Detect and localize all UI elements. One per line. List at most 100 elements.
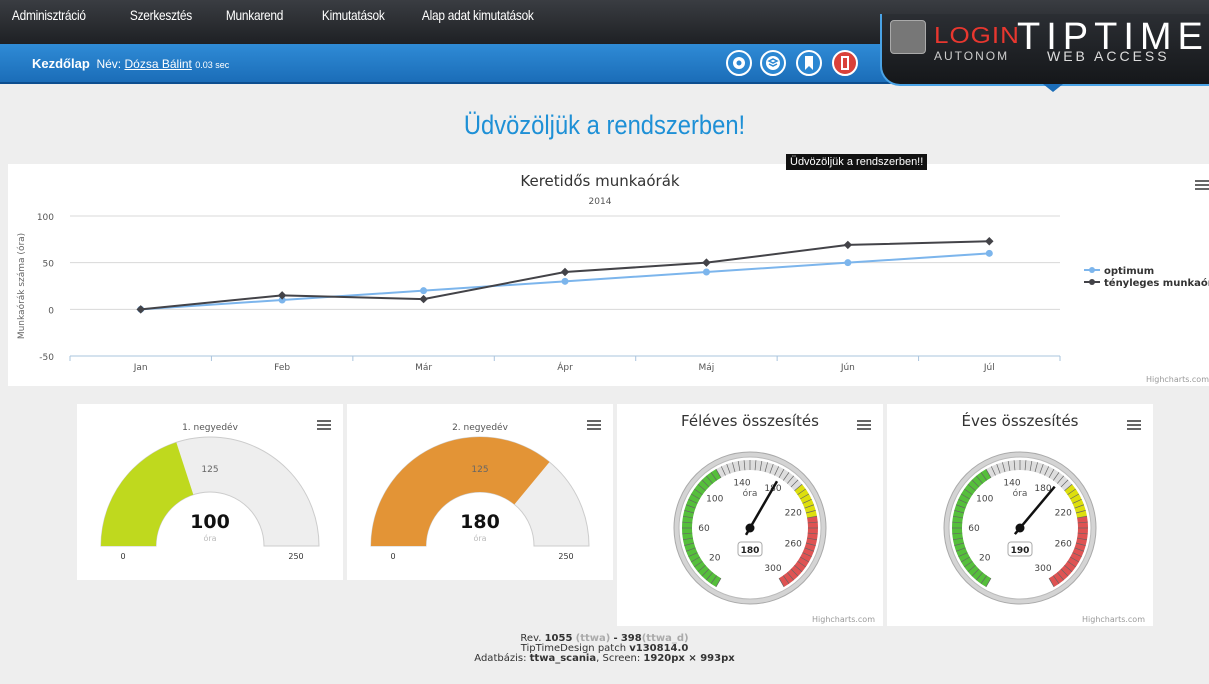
logo-webaccess-text: WEB ACCESS: [1047, 48, 1170, 64]
logout-icon: [841, 56, 849, 70]
gauge-value: 100: [190, 511, 230, 533]
tooltip: Üdvözöljük a rendszerben!!: [786, 154, 928, 170]
bookmark-icon: [805, 56, 813, 70]
gauge-min-label: 0: [390, 552, 395, 561]
logo-notch: [1043, 84, 1063, 92]
gauge-tick-label: 260: [1055, 540, 1072, 550]
gauge-max-label: 250: [288, 552, 303, 561]
gauge-title: Féléves összesítés: [681, 412, 819, 430]
gauge-tick-label: 60: [968, 524, 980, 534]
x-tick-label: Jún: [840, 363, 855, 373]
line-chart: Keretidős munkaórák 2014 -50 0 50 100 Jan Feb Má…: [16, 172, 1209, 384]
series-point: [985, 249, 993, 257]
name-label: Név:: [96, 57, 122, 71]
gauge-tick-label: 140: [1003, 479, 1020, 489]
series-point: [560, 267, 570, 277]
x-tick-label: Júl: [983, 363, 995, 373]
gauge-tick-label: 60: [698, 524, 710, 534]
fingerprint-icon: [890, 20, 926, 54]
logout-button[interactable]: [832, 50, 858, 76]
gauge-pivot: [1015, 523, 1025, 533]
line-chart-panel: Keretidős munkaórák 2014 -50 0 50 100 Jan Feb Má…: [8, 164, 1209, 386]
gauge-halfyear-menu-icon[interactable]: [857, 420, 871, 430]
chart-subtitle: 2014: [589, 197, 612, 207]
gauge-tick-label: 300: [1034, 564, 1051, 574]
user-name-link[interactable]: Dózsa Bálint: [125, 57, 192, 71]
gauge-tick-label: 100: [976, 494, 993, 504]
x-tick-label: Feb: [274, 363, 290, 373]
series-point: [844, 259, 852, 267]
y-axis-label: Munkaórák száma (óra): [16, 233, 27, 339]
menu-editing[interactable]: Szerkesztés: [118, 0, 200, 44]
y-tick-label: 0: [48, 306, 54, 316]
menu-reports[interactable]: Kimutatások: [310, 0, 395, 44]
series-point: [985, 236, 994, 246]
gauge-unit: óra: [473, 533, 486, 543]
gauge-tick-label: 140: [733, 479, 750, 489]
gauge-q2-menu-icon[interactable]: [587, 420, 601, 430]
series-point: [561, 277, 569, 285]
logo-login-text: LOGIN: [934, 21, 1020, 49]
gauge-tick-label: 220: [1055, 508, 1072, 518]
line-chart-menu-icon[interactable]: [1195, 180, 1209, 190]
layers-button[interactable]: [760, 50, 786, 76]
gauge-tick-label: 220: [785, 508, 802, 518]
series-point: [419, 294, 428, 304]
breadcrumb-home[interactable]: Kezdőlap: [32, 56, 90, 71]
y-tick-label: 50: [43, 260, 55, 270]
menu-administration[interactable]: Adminisztráció: [0, 0, 100, 44]
menu-base-data-reports[interactable]: Alap adat kimutatások: [410, 0, 546, 44]
gauge-fill: [101, 442, 194, 546]
credits: Highcharts.com: [1146, 375, 1209, 384]
layers-icon: [766, 56, 780, 70]
gauge-q1-menu-icon[interactable]: [317, 420, 331, 430]
gauge-year-panel: Éves összesítés 20 60 100 140 180 220 260 300 óra…: [887, 404, 1153, 626]
menu-work-schedule[interactable]: Munkarend: [214, 0, 296, 44]
tiptime-logo: LOGIN AUTONOM TIPTIME WEB ACCESS: [880, 14, 1209, 86]
series-point: [420, 287, 428, 295]
gauge-title: 2. negyedév: [452, 422, 509, 433]
x-tick-label: Máj: [699, 363, 715, 373]
gauge-title: Éves összesítés: [962, 411, 1079, 430]
y-tick-label: -50: [39, 353, 54, 363]
y-tick-label: 100: [37, 213, 54, 223]
x-tick-label: Ápr: [557, 361, 573, 373]
legend-item: tényleges munkaórák: [1104, 277, 1209, 289]
gauge-year-menu-icon[interactable]: [1127, 420, 1141, 430]
gauge-pivot: [745, 523, 755, 533]
series-point: [136, 305, 145, 314]
gauge-tick-label: 260: [785, 540, 802, 550]
series-point: [702, 258, 711, 267]
render-time: 0.03 sec: [195, 60, 230, 70]
gauge-mid-label: 125: [201, 465, 218, 475]
bookmark-button[interactable]: [796, 50, 822, 76]
gauge-title: 1. negyedév: [182, 422, 239, 433]
footer-database: Adatbázis: ttwa_scania, Screen: 1920px ×…: [474, 653, 735, 664]
settings-icon: [733, 57, 745, 69]
main-menu: Adminisztráció Szerkesztés Munkarend Kim…: [0, 0, 570, 44]
gauge-year: Éves összesítés2060100140180220260300óra…: [943, 411, 1145, 624]
footer: Rev. 1055 (ttwa) - 398(ttwa_d) TipTimeDe…: [0, 634, 1209, 664]
gauge-tick-label: 20: [709, 554, 721, 564]
gauge-halfyear-panel: Féléves összesítés 20 60 100 140 180 220 260 300…: [617, 404, 883, 626]
series-point: [702, 268, 710, 276]
settings-button[interactable]: [726, 50, 752, 76]
gauge-value: 180: [460, 511, 500, 533]
gauge-unit: óra: [743, 488, 758, 499]
breadcrumb: Kezdőlap Név: Dózsa Bálint 0.03 sec: [32, 56, 229, 71]
gauge-q1: 1. negyedév 125 100óra 0 250: [100, 422, 320, 561]
chart-title: Keretidős munkaórák: [520, 172, 679, 190]
legend-item: optimum: [1104, 266, 1154, 277]
gauge-q2: 2. negyedév 125 180óra 0 250: [370, 422, 590, 561]
credits: Highcharts.com: [1082, 615, 1145, 624]
gauge-tick-label: 300: [764, 564, 781, 574]
gauge-tick-label: 100: [706, 494, 723, 504]
gauge-value: 190: [1011, 546, 1030, 556]
credits: Highcharts.com: [812, 615, 875, 624]
gauge-mid-label: 125: [471, 465, 488, 475]
logo-autonom-text: AUTONOM: [934, 49, 1010, 63]
legend-marker: [1089, 267, 1095, 273]
gauge-max-label: 250: [558, 552, 573, 561]
gauge-tick-label: 20: [979, 554, 991, 564]
welcome-heading: Üdvözöljük a rendszerben!: [463, 110, 746, 140]
